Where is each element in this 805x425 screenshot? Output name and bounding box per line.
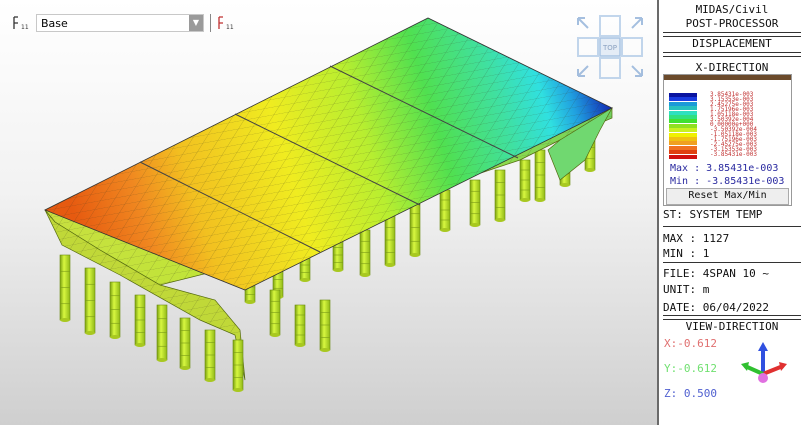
app-title: MIDAS/Civil [695, 3, 769, 16]
post-processor-panel: MIDAS/Civil POST-PROCESSOR DISPLACEMENT … [657, 0, 805, 425]
legend-swatch [669, 101, 697, 106]
view-corner-nw-icon [577, 17, 589, 29]
view-corner-ne-icon [631, 17, 643, 29]
model-viewport[interactable]: 11 Base ▼ 11 TOP [0, 0, 657, 425]
view-corner-se-icon [631, 65, 643, 77]
file-name: FILE: 4SPAN 10 ~ [663, 267, 769, 280]
legend-swatch [669, 132, 697, 137]
axis-triad-icon [741, 342, 787, 383]
divider [663, 52, 801, 57]
stage-combo[interactable]: Base ▼ [36, 14, 204, 32]
stage-toolbar: 11 Base ▼ 11 [12, 12, 235, 34]
legend-swatch [669, 110, 697, 115]
legend-swatch [669, 106, 697, 111]
view-corner-sw-icon [577, 65, 589, 77]
view-direction-z: Z: 0.500 [664, 387, 717, 400]
legend-label: -3.85431e-003 [710, 151, 757, 158]
stage-combo-value: Base [41, 17, 68, 30]
legend-swatch [669, 128, 697, 133]
stage-step-icon-label: 11 [226, 24, 234, 31]
legend-title-bar [664, 75, 791, 80]
legend-min: Min : -3.85431e-003 [670, 176, 785, 187]
stage-step-icon[interactable]: 11 [217, 14, 235, 32]
app-subtitle: POST-PROCESSOR [685, 17, 779, 30]
stage-icon-label: 11 [21, 24, 29, 31]
legend-swatch [669, 97, 697, 102]
contour-legend: 3.85431e-003 3.15353e-003 2.45275e-003 1.75… [663, 74, 792, 206]
result-type: DISPLACEMENT [692, 37, 772, 50]
toolbar-divider [210, 14, 211, 32]
legend-swatch [669, 150, 697, 155]
step-label: ST: SYSTEM TEMP [663, 208, 763, 221]
legend-swatch [669, 115, 697, 119]
view-direction-x: X:-0.612 [664, 337, 717, 350]
legend-max: Max : 3.85431e-003 [670, 163, 779, 174]
divider [663, 262, 801, 263]
min-node: MIN : 1 [663, 247, 710, 260]
view-cube-top-label[interactable]: TOP [602, 44, 617, 52]
legend-swatch [669, 154, 697, 159]
view-direction-y: Y:-0.612 [664, 362, 717, 375]
construction-stage-icon[interactable]: 11 [12, 14, 30, 32]
legend-swatch [669, 141, 697, 146]
legend-swatch [669, 93, 697, 97]
legend-swatch [669, 123, 697, 128]
unit-label: UNIT: m [663, 283, 710, 296]
component-label: X-DIRECTION [695, 61, 769, 74]
max-node: MAX : 1127 [663, 232, 730, 245]
legend-swatch [669, 137, 697, 141]
bridge-model[interactable] [0, 0, 657, 425]
legend-swatch [669, 145, 697, 150]
chevron-down-icon[interactable]: ▼ [189, 15, 203, 31]
view-direction-title: VIEW-DIRECTION [685, 320, 779, 333]
legend-swatch [669, 119, 697, 124]
view-cube[interactable]: TOP [574, 14, 646, 80]
reset-max-min-button[interactable]: Reset Max/Min [666, 188, 789, 205]
divider [663, 226, 801, 227]
date-label: DATE: 06/04/2022 [663, 301, 769, 314]
